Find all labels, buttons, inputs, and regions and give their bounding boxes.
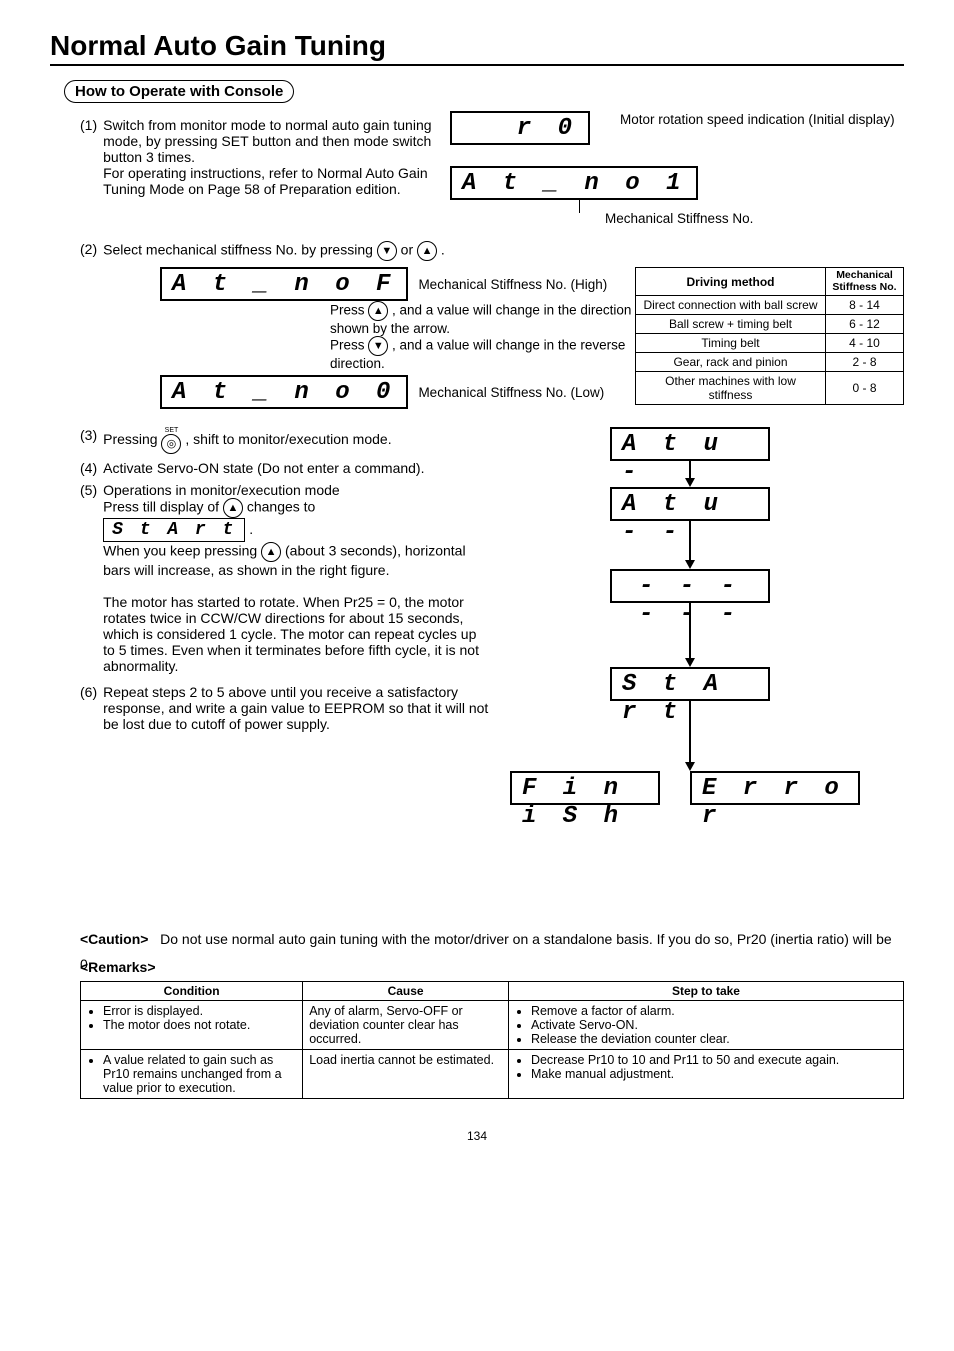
table-cell: Ball screw + timing belt xyxy=(636,315,826,334)
step-text: Press till display of xyxy=(103,499,223,515)
table-cell: 0 - 8 xyxy=(826,372,904,405)
step-text: Select mechanical stiffness No. by press… xyxy=(103,242,377,258)
up-button-icon: ▲ xyxy=(368,301,388,321)
step-text: Activate Servo-ON state (Do not enter a … xyxy=(103,460,424,476)
display-at-no0: A t _ n o 0 xyxy=(160,375,408,409)
display-atu1: A t u - xyxy=(610,427,770,461)
step-number: (3) xyxy=(80,427,97,443)
mech-stiff-low-label: Mechanical Stiffness No. (Low) xyxy=(418,385,604,400)
step-text: For operating instructions, refer to Nor… xyxy=(103,165,427,197)
press-up-text: Press xyxy=(330,303,368,318)
display-at-no1: A t _ n o 1 xyxy=(450,166,698,200)
table-cell: Decrease Pr10 to 10 and Pr11 to 50 and e… xyxy=(508,1050,903,1099)
table-cell: Error is displayed. The motor does not r… xyxy=(81,1001,303,1050)
section-title: How to Operate with Console xyxy=(64,80,294,103)
page-number: 134 xyxy=(50,1129,904,1143)
display-error: E r r o r xyxy=(690,771,860,805)
step-text: changes to xyxy=(247,499,316,515)
step-text: . xyxy=(441,242,445,258)
list-item: Make manual adjustment. xyxy=(531,1067,897,1081)
press-dn-text: Press xyxy=(330,338,368,353)
step-text: . xyxy=(249,521,253,537)
page-title: Normal Auto Gain Tuning xyxy=(50,30,904,66)
flow-diagram: A t u - A t u - - - - - - - - S t A r t … xyxy=(510,427,870,805)
display-atu2: A t u - - xyxy=(610,487,770,521)
table-cell: 4 - 10 xyxy=(826,334,904,353)
motor-speed-label: Motor rotation speed indication (Initial… xyxy=(620,111,895,130)
remarks-label: <Remarks> xyxy=(80,959,156,975)
list-item: Decrease Pr10 to 10 and Pr11 to 50 and e… xyxy=(531,1053,897,1067)
list-item: Error is displayed. xyxy=(103,1004,296,1018)
table-cell: 2 - 8 xyxy=(826,353,904,372)
remarks-table: Condition Cause Step to take Error is di… xyxy=(80,981,904,1099)
step-text: Switch from monitor mode to normal auto … xyxy=(103,117,431,165)
up-button-icon: ▲ xyxy=(417,241,437,261)
table-cell: Other machines with low stiffness xyxy=(636,372,826,405)
step-number: (5) xyxy=(80,482,97,498)
table-cell: 8 - 14 xyxy=(826,296,904,315)
step-text: , shift to monitor/execution mode. xyxy=(185,431,391,447)
set-label: SET xyxy=(165,427,179,434)
step-number: (1) xyxy=(80,117,97,133)
table-cell: A value related to gain such as Pr10 rem… xyxy=(81,1050,303,1099)
remarks-th-step: Step to take xyxy=(508,982,903,1001)
step-number: (6) xyxy=(80,684,97,700)
caution-label: <Caution> xyxy=(80,931,148,947)
step-number: (4) xyxy=(80,460,97,476)
display-finish: F i n i S h xyxy=(510,771,660,805)
step-text: When you keep pressing xyxy=(103,543,261,559)
stiffness-th-method: Driving method xyxy=(636,268,826,296)
table-cell: Any of alarm, Servo-OFF or deviation cou… xyxy=(303,1001,509,1050)
display-at-noF: A t _ n o F xyxy=(160,267,408,301)
display-start: S t A r t xyxy=(610,667,770,701)
stiffness-table: Driving method Mechanical Stiffness No. … xyxy=(635,267,904,405)
set-button-icon: ◎ xyxy=(161,434,181,454)
table-cell: Load inertia cannot be estimated. xyxy=(303,1050,509,1099)
list-item: The motor does not rotate. xyxy=(103,1018,296,1032)
step-text: The motor has started to rotate. When Pr… xyxy=(103,594,479,674)
down-button-icon: ▼ xyxy=(368,336,388,356)
step-text: or xyxy=(401,242,417,258)
table-cell: Timing belt xyxy=(636,334,826,353)
table-cell: Gear, rack and pinion xyxy=(636,353,826,372)
list-item: Remove a factor of alarm. xyxy=(531,1004,897,1018)
table-cell: Direct connection with ball screw xyxy=(636,296,826,315)
remarks-th-condition: Condition xyxy=(81,982,303,1001)
up-button-icon: ▲ xyxy=(261,542,281,562)
table-cell: 6 - 12 xyxy=(826,315,904,334)
step-number: (2) xyxy=(80,241,97,257)
remarks-th-cause: Cause xyxy=(303,982,509,1001)
table-cell: Remove a factor of alarm. Activate Servo… xyxy=(508,1001,903,1050)
step-text: Repeat steps 2 to 5 above until you rece… xyxy=(103,684,488,732)
display-start-small: S t A r t xyxy=(103,518,245,542)
list-item: Activate Servo-ON. xyxy=(531,1018,897,1032)
mech-stiff-no-label: Mechanical Stiffness No. xyxy=(605,211,753,226)
list-item: Release the deviation counter clear. xyxy=(531,1032,897,1046)
up-button-icon: ▲ xyxy=(223,498,243,518)
step-text: Pressing xyxy=(103,431,161,447)
stiffness-th-no: Mechanical Stiffness No. xyxy=(826,268,904,296)
mech-stiff-high-label: Mechanical Stiffness No. (High) xyxy=(418,277,607,292)
display-bars: - - - - - - xyxy=(610,569,770,603)
step-text: Operations in monitor/execution mode xyxy=(103,482,340,498)
down-button-icon: ▼ xyxy=(377,241,397,261)
list-item: A value related to gain such as Pr10 rem… xyxy=(103,1053,296,1095)
display-motor-speed: r 0 xyxy=(450,111,590,145)
